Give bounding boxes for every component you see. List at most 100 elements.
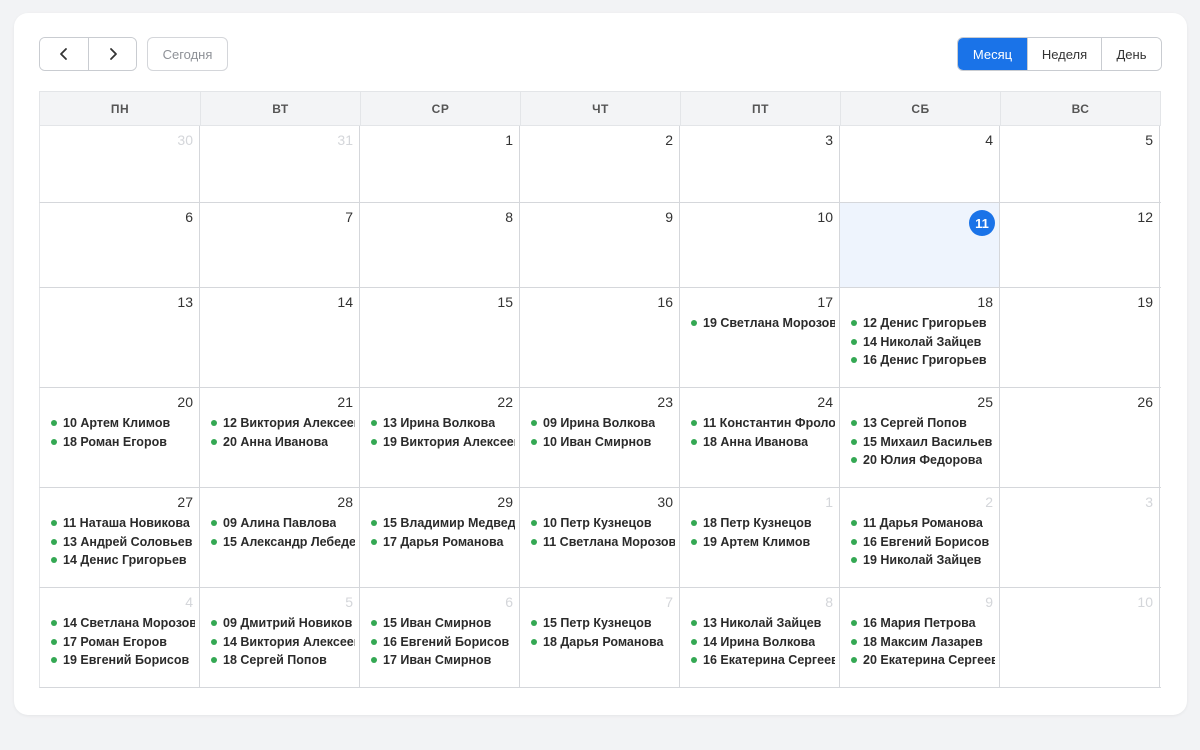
event-item[interactable]: 17 Дарья Романова [371, 533, 515, 552]
event-item[interactable]: 10 Артем Климов [51, 414, 195, 433]
event-item[interactable]: 16 Екатерина Сергеева [691, 651, 835, 670]
event-item[interactable]: 14 Светлана Морозова [51, 614, 195, 633]
event-item[interactable]: 18 Максим Лазарев [851, 633, 995, 652]
day-cell[interactable]: 20 10 Артем Климов 18 Роман Егоров [40, 388, 200, 487]
event-item[interactable]: 14 Денис Григорьев [51, 551, 195, 570]
day-cell[interactable]: 1 [360, 126, 520, 202]
event-item[interactable]: 16 Евгений Борисов [851, 533, 995, 552]
event-item[interactable]: 12 Виктория Алексеева [211, 414, 355, 433]
event-item[interactable]: 16 Денис Григорьев [851, 351, 995, 370]
view-month-button[interactable]: Месяц [958, 38, 1027, 70]
event-item[interactable]: 19 Артем Климов [691, 533, 835, 552]
event-item[interactable]: 13 Андрей Соловьев [51, 533, 195, 552]
event-item[interactable]: 11 Константин Фролов [691, 414, 835, 433]
event-item[interactable]: 18 Роман Егоров [51, 433, 195, 452]
event-item[interactable]: 19 Виктория Алексеева [371, 433, 515, 452]
day-cell[interactable]: 2 11 Дарья Романова 16 Евгений Борисов 19 Н… [840, 488, 1000, 587]
day-cell[interactable]: 3 [1000, 488, 1160, 587]
event-item[interactable]: 09 Дмитрий Новиков [211, 614, 355, 633]
event-item[interactable]: 17 Иван Смирнов [371, 651, 515, 670]
event-item[interactable]: 18 Сергей Попов [211, 651, 355, 670]
day-cell[interactable]: 10 [1000, 588, 1160, 687]
day-cell[interactable]: 10 [680, 203, 840, 287]
day-number: 20 [177, 394, 193, 410]
event-item[interactable]: 20 Юлия Федорова [851, 451, 995, 470]
event-item[interactable]: 20 Екатерина Сергеева [851, 651, 995, 670]
event-item[interactable]: 14 Николай Зайцев [851, 333, 995, 352]
day-cell[interactable]: 31 [200, 126, 360, 202]
day-cell[interactable]: 6 15 Иван Смирнов 16 Евгений Борисов 17 Ива… [360, 588, 520, 687]
day-cell[interactable]: 29 15 Владимир Медведев 17 Дарья Романова [360, 488, 520, 587]
event-item[interactable]: 13 Сергей Попов [851, 414, 995, 433]
event-dot-icon [371, 520, 377, 527]
day-cell[interactable]: 30 10 Петр Кузнецов 11 Светлана Морозова [520, 488, 680, 587]
day-cell[interactable]: 5 [1000, 126, 1160, 202]
day-cell[interactable]: 23 09 Ирина Волкова 10 Иван Смирнов [520, 388, 680, 487]
next-month-button[interactable] [88, 38, 136, 70]
day-cell[interactable]: 26 [1000, 388, 1160, 487]
day-cell[interactable]: 8 [360, 203, 520, 287]
day-cell[interactable]: 15 [360, 288, 520, 387]
event-item[interactable]: 15 Петр Кузнецов [531, 614, 675, 633]
event-item[interactable]: 18 Анна Иванова [691, 433, 835, 452]
event-item[interactable]: 16 Мария Петрова [851, 614, 995, 633]
day-cell[interactable]: 30 [40, 126, 200, 202]
today-button[interactable]: Сегодня [147, 37, 228, 71]
event-item[interactable]: 14 Ирина Волкова [691, 633, 835, 652]
view-week-button[interactable]: Неделя [1027, 38, 1101, 70]
event-item[interactable]: 19 Светлана Морозова [691, 314, 835, 333]
day-cell[interactable]: 19 [1000, 288, 1160, 387]
day-cell[interactable]: 27 11 Наташа Новикова 13 Андрей Соловьев 14… [40, 488, 200, 587]
event-item[interactable]: 15 Александр Лебедев [211, 533, 355, 552]
event-dot-icon [851, 538, 857, 545]
day-cell[interactable]: 16 [520, 288, 680, 387]
day-cell[interactable]: 18 12 Денис Григорьев 14 Николай Зайцев 16 … [840, 288, 1000, 387]
event-item[interactable]: 11 Наташа Новикова [51, 514, 195, 533]
event-item[interactable]: 14 Виктория Алексеева [211, 633, 355, 652]
event-item[interactable]: 11 Дарья Романова [851, 514, 995, 533]
day-cell[interactable]: 22 13 Ирина Волкова 19 Виктория Алексеева [360, 388, 520, 487]
event-item[interactable]: 19 Николай Зайцев [851, 551, 995, 570]
day-cell[interactable]: 6 [40, 203, 200, 287]
event-item[interactable]: 16 Евгений Борисов [371, 633, 515, 652]
day-cell[interactable]: 5 09 Дмитрий Новиков 14 Виктория Алексеева… [200, 588, 360, 687]
month-grid: ПН ВТ СР ЧТ ПТ СБ ВС 30 31 1 2 3 4 5 6 7 8 9 10 11 12… [39, 91, 1161, 688]
event-item[interactable]: 10 Иван Смирнов [531, 433, 675, 452]
day-cell[interactable]: 4 14 Светлана Морозова 17 Роман Егоров 19 Е… [40, 588, 200, 687]
day-cell[interactable]: 24 11 Константин Фролов 18 Анна Иванова [680, 388, 840, 487]
view-day-button[interactable]: День [1101, 38, 1161, 70]
event-item[interactable]: 19 Евгений Борисов [51, 651, 195, 670]
event-item[interactable]: 11 Светлана Морозова [531, 533, 675, 552]
event-item[interactable]: 13 Ирина Волкова [371, 414, 515, 433]
day-cell[interactable]: 21 12 Виктория Алексеева 20 Анна Иванова [200, 388, 360, 487]
event-item[interactable]: 09 Ирина Волкова [531, 414, 675, 433]
day-cell[interactable]: 17 19 Светлана Морозова [680, 288, 840, 387]
prev-month-button[interactable] [40, 38, 88, 70]
day-cell[interactable]: 2 [520, 126, 680, 202]
day-cell[interactable]: 13 [40, 288, 200, 387]
day-cell[interactable]: 4 [840, 126, 1000, 202]
day-cell-today[interactable]: 11 [840, 203, 1000, 287]
day-cell[interactable]: 1 18 Петр Кузнецов 19 Артем Климов [680, 488, 840, 587]
day-cell[interactable]: 9 [520, 203, 680, 287]
event-item[interactable]: 15 Михаил Васильев [851, 433, 995, 452]
day-cell[interactable]: 8 13 Николай Зайцев 14 Ирина Волкова 16 Ека… [680, 588, 840, 687]
day-cell[interactable]: 14 [200, 288, 360, 387]
day-cell[interactable]: 12 [1000, 203, 1160, 287]
day-cell[interactable]: 7 15 Петр Кузнецов 18 Дарья Романова [520, 588, 680, 687]
event-item[interactable]: 10 Петр Кузнецов [531, 514, 675, 533]
day-cell[interactable]: 25 13 Сергей Попов 15 Михаил Васильев 20 Юл… [840, 388, 1000, 487]
event-item[interactable]: 18 Дарья Романова [531, 633, 675, 652]
day-cell[interactable]: 3 [680, 126, 840, 202]
event-item[interactable]: 20 Анна Иванова [211, 433, 355, 452]
event-item[interactable]: 12 Денис Григорьев [851, 314, 995, 333]
day-cell[interactable]: 28 09 Алина Павлова 15 Александр Лебедев [200, 488, 360, 587]
day-cell[interactable]: 7 [200, 203, 360, 287]
event-item[interactable]: 15 Владимир Медведев [371, 514, 515, 533]
event-item[interactable]: 17 Роман Егоров [51, 633, 195, 652]
day-cell[interactable]: 9 16 Мария Петрова 18 Максим Лазарев 20 Ека… [840, 588, 1000, 687]
event-item[interactable]: 18 Петр Кузнецов [691, 514, 835, 533]
event-item[interactable]: 15 Иван Смирнов [371, 614, 515, 633]
event-item[interactable]: 13 Николай Зайцев [691, 614, 835, 633]
event-item[interactable]: 09 Алина Павлова [211, 514, 355, 533]
